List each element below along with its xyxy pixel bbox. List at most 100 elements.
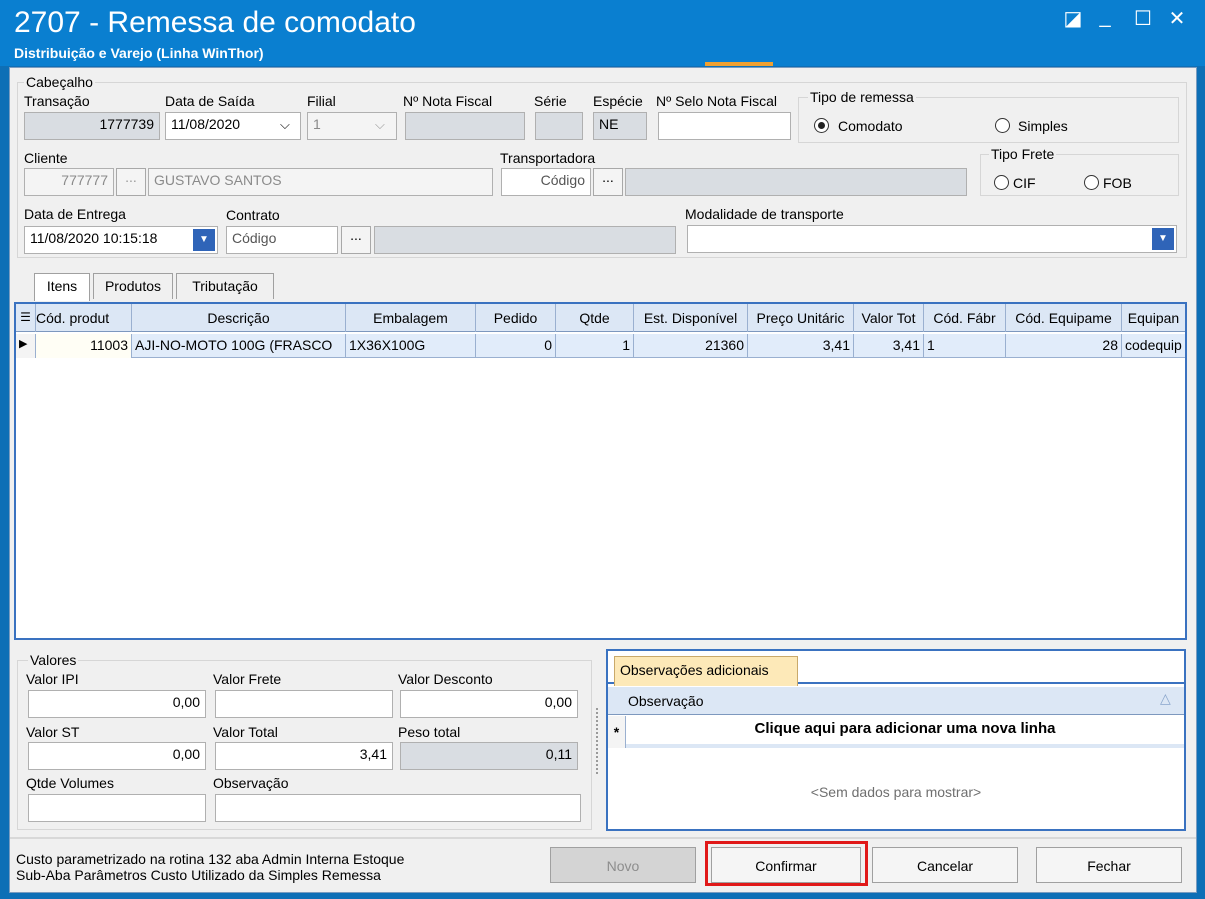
tab-itens[interactable]: Itens <box>34 273 90 301</box>
cliente-search-button[interactable]: ... <box>116 168 146 196</box>
col-qtde[interactable]: Qtde <box>556 304 634 332</box>
fechar-button[interactable]: Fechar <box>1036 847 1182 883</box>
transportadora-label: Transportadora <box>500 150 596 166</box>
header-group-label: Cabeçalho <box>24 74 95 90</box>
col-cod-fabrica[interactable]: Cód. Fábr <box>924 304 1006 332</box>
valor-st-label: Valor ST <box>26 724 80 740</box>
valor-total-field[interactable]: 3,41 <box>215 742 393 770</box>
peso-total-field[interactable]: 0,11 <box>400 742 578 770</box>
radio-fob[interactable] <box>1084 175 1099 190</box>
transportadora-code-field[interactable]: Código <box>501 168 591 196</box>
col-preco-unitario[interactable]: Preço Unitáric <box>748 304 854 332</box>
cif-label[interactable]: CIF <box>1013 175 1036 191</box>
table-row[interactable]: ▶ 11003 AJI-NO-MOTO 100G (FRASCO 1X36X10… <box>16 334 1185 358</box>
qtde-volumes-field[interactable] <box>28 794 206 822</box>
transacao-field[interactable]: 1777739 <box>24 112 160 140</box>
tab-tributacao[interactable]: Tributação <box>176 273 274 299</box>
cliente-name-field[interactable]: GUSTAVO SANTOS <box>148 168 493 196</box>
cell-equipamento[interactable]: codequip <box>1122 334 1185 358</box>
modalidade-dropdown-icon[interactable]: ▼ <box>1152 228 1174 250</box>
cliente-label: Cliente <box>24 150 68 166</box>
cell-est-disponivel[interactable]: 21360 <box>634 334 748 358</box>
selo-label: Nº Selo Nota Fiscal <box>656 93 778 109</box>
restore-icon[interactable]: ◪ <box>1058 6 1088 31</box>
contrato-label: Contrato <box>226 207 280 223</box>
valor-frete-field[interactable] <box>215 690 393 718</box>
col-observacao[interactable]: Observação <box>628 693 703 709</box>
transportadora-name-field[interactable] <box>625 168 967 196</box>
simples-label[interactable]: Simples <box>1018 118 1068 134</box>
col-valor-total[interactable]: Valor Tot <box>854 304 924 332</box>
new-row-marker-icon: * <box>608 716 626 748</box>
modalidade-label: Modalidade de transporte <box>685 206 844 222</box>
sort-icon[interactable]: △ <box>1160 690 1171 707</box>
radio-comodato[interactable] <box>814 118 829 133</box>
contrato-name-field[interactable] <box>374 226 676 254</box>
data-entrega-field[interactable]: 11/08/2020 10:15:18 <box>24 226 218 254</box>
fob-label[interactable]: FOB <box>1103 175 1132 191</box>
col-equipamento[interactable]: Equipan <box>1122 304 1185 332</box>
valor-desconto-field[interactable]: 0,00 <box>400 690 578 718</box>
data-entrega-label: Data de Entrega <box>24 206 126 222</box>
confirmar-button[interactable]: Confirmar <box>711 847 861 883</box>
peso-total-label: Peso total <box>398 724 461 740</box>
nota-fiscal-field[interactable] <box>405 112 525 140</box>
cell-cod-equipamento[interactable]: 28 <box>1006 334 1122 358</box>
modalidade-select[interactable] <box>687 225 1177 253</box>
calendar-dropdown-icon[interactable]: ▼ <box>193 229 215 251</box>
selo-field[interactable] <box>658 112 791 140</box>
tab-produtos[interactable]: Produtos <box>93 273 173 299</box>
cell-qtde[interactable]: 1 <box>556 334 634 358</box>
empty-text: <Sem dados para mostrar> <box>810 784 982 800</box>
chevron-down-icon[interactable]: ⌵ <box>280 117 290 133</box>
footer-divider <box>10 837 1196 839</box>
maximize-icon[interactable]: ☐ <box>1128 6 1158 31</box>
nota-fiscal-label: Nº Nota Fiscal <box>403 93 493 109</box>
cell-pedido[interactable]: 0 <box>476 334 556 358</box>
tab-observacoes[interactable]: Observações adicionais <box>614 656 798 686</box>
grid-menu-icon[interactable]: ☰ <box>16 304 36 332</box>
col-cod-produto[interactable]: Cód. produt <box>36 304 132 332</box>
tipo-remessa-label: Tipo de remessa <box>808 89 916 105</box>
serie-field[interactable] <box>535 112 583 140</box>
cell-preco-unitario[interactable]: 3,41 <box>748 334 854 358</box>
footer-note-line2: Sub-Aba Parâmetros Custo Utilizado da Si… <box>16 867 381 883</box>
grid-header: ☰ Cód. produt Descrição Embalagem Pedido… <box>16 304 1185 332</box>
col-cod-equipamento[interactable]: Cód. Equipame <box>1006 304 1122 332</box>
cell-cod-fabrica[interactable]: 1 <box>924 334 1006 358</box>
minimize-icon[interactable]: _ <box>1090 6 1120 29</box>
cell-descricao[interactable]: AJI-NO-MOTO 100G (FRASCO <box>132 334 346 358</box>
contrato-code-field[interactable]: Código <box>226 226 338 254</box>
cell-embalagem[interactable]: 1X36X100G <box>346 334 476 358</box>
filial-chevron-down-icon: ⌵ <box>375 117 385 132</box>
especie-field[interactable]: NE <box>593 112 647 140</box>
col-pedido[interactable]: Pedido <box>476 304 556 332</box>
new-row-text[interactable]: Clique aqui para adicionar uma nova linh… <box>626 720 1184 737</box>
radio-simples[interactable] <box>995 118 1010 133</box>
window-title: 2707 - Remessa de comodato <box>14 6 416 39</box>
splitter-handle[interactable] <box>596 708 600 774</box>
valor-ipi-field[interactable]: 0,00 <box>28 690 206 718</box>
qtde-volumes-label: Qtde Volumes <box>26 775 114 791</box>
cliente-code-field[interactable]: 777777 <box>24 168 114 196</box>
valor-desconto-label: Valor Desconto <box>398 671 493 687</box>
transportadora-search-button[interactable]: ... <box>593 168 623 196</box>
comodato-label[interactable]: Comodato <box>838 118 903 134</box>
observacao-field[interactable] <box>215 794 581 822</box>
close-icon[interactable]: ✕ <box>1162 6 1192 31</box>
items-grid: ☰ Cód. produt Descrição Embalagem Pedido… <box>14 302 1187 640</box>
novo-button[interactable]: Novo <box>550 847 696 883</box>
radio-cif[interactable] <box>994 175 1009 190</box>
valores-label: Valores <box>28 652 79 668</box>
valor-st-field[interactable]: 0,00 <box>28 742 206 770</box>
valor-total-label: Valor Total <box>213 724 278 740</box>
col-est-disponivel[interactable]: Est. Disponível <box>634 304 748 332</box>
contrato-search-button[interactable]: ... <box>341 226 371 254</box>
transacao-label: Transação <box>24 93 90 109</box>
col-descricao[interactable]: Descrição <box>132 304 346 332</box>
cell-valor-total[interactable]: 3,41 <box>854 334 924 358</box>
col-embalagem[interactable]: Embalagem <box>346 304 476 332</box>
cell-cod-produto[interactable]: 11003 <box>36 334 132 358</box>
cancelar-button[interactable]: Cancelar <box>872 847 1018 883</box>
data-saida-value: 11/08/2020 <box>171 116 241 132</box>
